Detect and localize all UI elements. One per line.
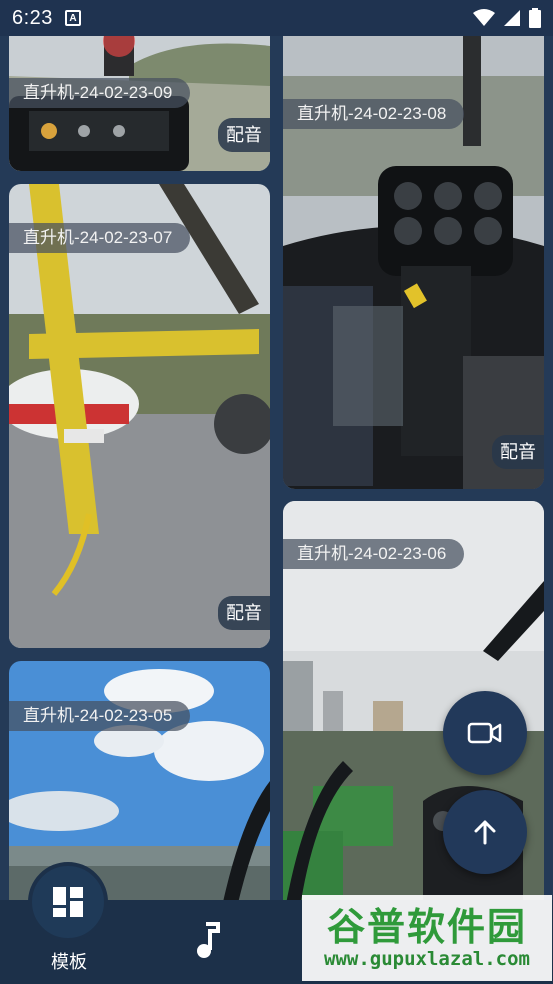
video-title: 直升机-24-02-23-06 [297,544,447,563]
nav-item-music[interactable] [180,920,234,984]
video-title: 直升机-24-02-23-05 [23,706,173,725]
arrow-up-icon [474,820,496,845]
video-card[interactable]: 直升机-24-02-23-09 配音 [9,36,270,171]
dub-button[interactable]: 配音 [492,435,544,469]
template-button[interactable] [28,862,108,942]
video-title-tag: 直升机-24-02-23-06 [283,539,465,569]
grid-template-icon [53,887,83,917]
watermark-text: 谷普软件园 [326,905,527,949]
video-title-tag: 直升机-24-02-23-05 [9,701,191,731]
video-thumbnail [9,184,270,648]
watermark-url: www.gupuxlazal.com [324,948,530,970]
battery-icon [529,8,541,28]
video-title-tag: 直升机-24-02-23-09 [9,78,191,108]
dub-label: 配音 [500,442,536,462]
cell-signal-icon [504,10,520,26]
video-title: 直升机-24-02-23-08 [297,104,447,123]
video-title-tag: 直升机-24-02-23-08 [283,99,465,129]
music-note-icon [197,922,220,958]
video-camera-icon [467,722,502,744]
dub-button[interactable]: 配音 [218,118,270,152]
dub-label: 配音 [226,603,262,623]
wifi-icon [473,9,495,26]
watermark-logo: 谷普软件园 www.gupuxlazal.com [302,895,552,981]
nav-label-template: 模板 [51,952,87,972]
status-bar: 6:23 A [0,0,553,36]
dub-button[interactable]: 配音 [218,596,270,630]
notification-app-icon: A [64,10,81,26]
video-card[interactable]: 直升机-24-02-23-07 配音 [9,184,270,648]
scroll-to-top-button[interactable] [443,790,527,874]
video-title-tag: 直升机-24-02-23-07 [9,223,191,253]
video-title: 直升机-24-02-23-09 [23,83,173,102]
dub-label: 配音 [226,125,262,145]
nav-item-template[interactable]: 模板 [28,862,110,984]
notification-app-letter: A [69,12,77,24]
status-time: 6:23 [12,6,53,29]
video-card[interactable]: 直升机-24-02-23-05 [9,661,270,900]
video-card[interactable]: 直升机-24-02-23-08 配音 [283,36,544,489]
video-title: 直升机-24-02-23-07 [23,228,173,247]
record-video-button[interactable] [443,691,527,775]
video-thumbnail [9,661,270,900]
